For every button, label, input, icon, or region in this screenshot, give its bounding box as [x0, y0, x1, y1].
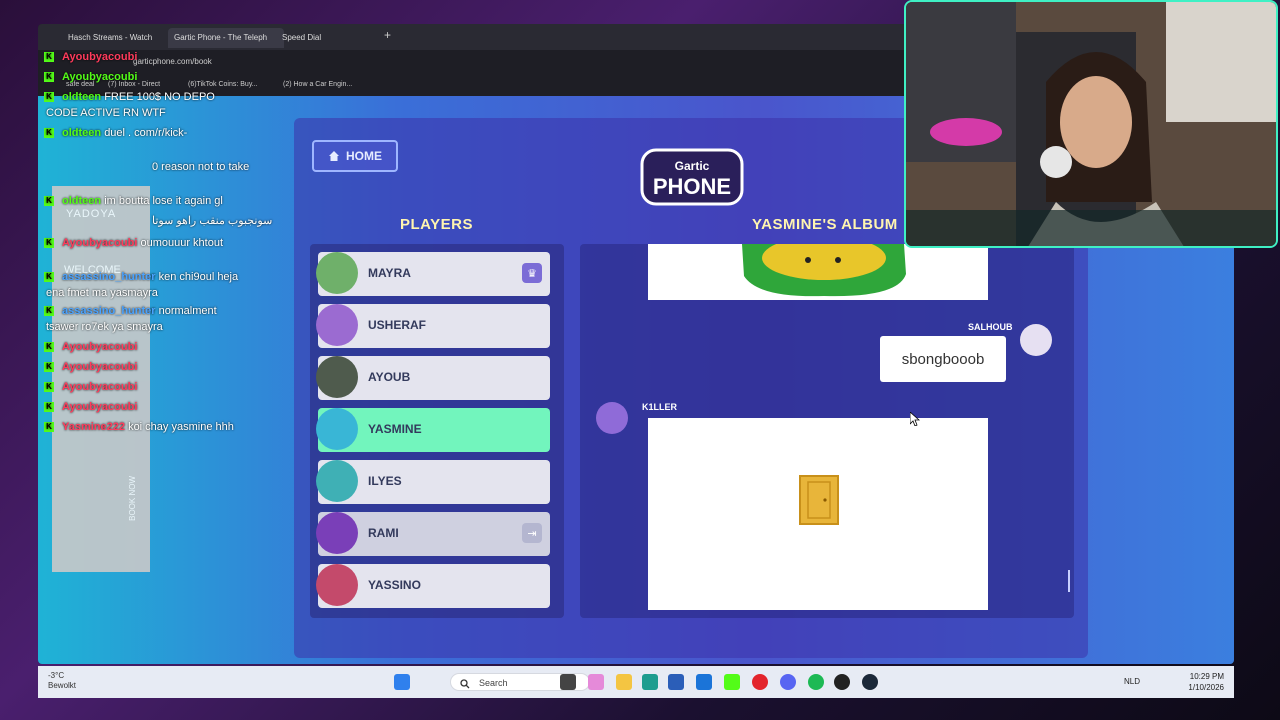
- store-icon[interactable]: [668, 674, 684, 690]
- players-list: MAYRA ♛ USHERAF AYOUB YASMINE ILYES RAMI…: [310, 244, 564, 618]
- weather-widget[interactable]: -3°C Bewolkt: [48, 671, 76, 691]
- player-name: YASMINE: [368, 422, 422, 436]
- svg-text:Gartic: Gartic: [675, 159, 710, 173]
- kick-icon: K: [44, 72, 54, 83]
- search-icon: [460, 679, 470, 689]
- player-row-ayoub: AYOUB: [316, 356, 550, 400]
- discord-icon[interactable]: [780, 674, 796, 690]
- guess-author: SALHOUB: [968, 322, 1013, 332]
- player-name: AYOUB: [368, 370, 411, 384]
- home-icon: [329, 151, 339, 161]
- player-name: MAYRA: [368, 266, 411, 280]
- kick-app-icon[interactable]: [724, 674, 740, 690]
- chat-message: K Ayoubyacoubi: [44, 380, 137, 395]
- book-now-button[interactable]: BOOK NOW: [128, 476, 137, 521]
- kick-icon: K: [44, 306, 54, 317]
- player-avatar: [316, 356, 358, 398]
- kick-icon: K: [44, 92, 54, 103]
- steam-icon[interactable]: [862, 674, 878, 690]
- chat-message: سونجبوب منقب راهو سوتا: [152, 215, 273, 227]
- chat-message: K Ayoubyacoubi: [44, 50, 137, 65]
- kick-icon: K: [44, 238, 54, 249]
- tab-speed-dial[interactable]: Speed Dial: [276, 28, 327, 48]
- kick-icon: K: [44, 128, 54, 139]
- chat-message: tsawer ro7ek ya smayra: [46, 321, 163, 333]
- task-view-icon[interactable]: [560, 674, 576, 690]
- chat-message: K Ayoubyacoubi: [44, 70, 137, 85]
- chat-message: K Ayoubyacoubi oumouuur khtout: [44, 236, 223, 251]
- tab-gartic[interactable]: Gartic Phone - The Teleph: [168, 28, 284, 48]
- player-name: USHERAF: [368, 318, 427, 332]
- home-button[interactable]: HOME: [312, 140, 398, 172]
- windows-start-icon[interactable]: [394, 674, 410, 690]
- opera-icon[interactable]: [752, 674, 768, 690]
- drawing-current: [648, 418, 988, 610]
- edge-icon[interactable]: [642, 674, 658, 690]
- album-scrollbar[interactable]: [1068, 570, 1070, 592]
- webcam-overlay: [904, 0, 1278, 248]
- webcam-frame-bar: [906, 210, 1276, 246]
- drawing-previous: [648, 244, 988, 300]
- player-name: ILYES: [368, 474, 402, 488]
- kick-icon: K: [44, 196, 54, 207]
- chat-message: K Ayoubyacoubi: [44, 360, 137, 375]
- tab-hasch[interactable]: Hasch Streams - Watch: [62, 28, 158, 48]
- kick-icon: K: [44, 272, 54, 283]
- player-avatar: [1020, 324, 1052, 356]
- player-name: RAMI: [368, 526, 399, 540]
- mouse-cursor-icon: [910, 412, 920, 426]
- gartic-phone-logo: Gartic PHONE: [638, 142, 746, 208]
- obs-icon[interactable]: [834, 674, 850, 690]
- player-avatar: [316, 460, 358, 502]
- language-indicator[interactable]: NLD: [1124, 677, 1140, 686]
- chat-message: ena fmet ma yasmayra: [46, 287, 158, 299]
- kick-icon: K: [44, 422, 54, 433]
- taskbar-clock[interactable]: 10:29 PM 1/10/2026: [1188, 671, 1224, 693]
- chat-message: K Ayoubyacoubi: [44, 400, 137, 415]
- outlook-icon[interactable]: [696, 674, 712, 690]
- kick-icon: K: [44, 402, 54, 413]
- chat-message: 0 reason not to take: [152, 161, 250, 173]
- player-avatar: [316, 408, 358, 450]
- player-avatar: [316, 252, 358, 294]
- player-avatar: [316, 564, 358, 606]
- chat-message: Kassassino_hunter normalment: [44, 304, 217, 319]
- album-view: SALHOUB sbongbooob K1LLER: [580, 244, 1074, 618]
- drawing-author: K1LLER: [642, 402, 678, 412]
- chat-message: K Ayoubyacoubi: [44, 340, 137, 355]
- chat-message: Koldteen FREE 100$ NO DEPO: [44, 90, 215, 105]
- player-row-usheraf: USHERAF: [316, 304, 550, 348]
- player-avatar: [316, 304, 358, 346]
- chat-message: Koldteen duel . com/r/kick-: [44, 126, 187, 141]
- file-explorer-icon[interactable]: [616, 674, 632, 690]
- player-row-yassino: YASSINO: [316, 564, 550, 608]
- player-avatar: [316, 512, 358, 554]
- new-tab-icon[interactable]: +: [384, 28, 391, 42]
- album-heading: YASMINE'S ALBUM: [752, 216, 898, 233]
- stream-chat: K Ayoubyacoubi K Ayoubyacoubi Koldteen FRE…: [44, 50, 294, 480]
- kick-icon: K: [44, 362, 54, 373]
- player-row-yasmine: YASMINE: [316, 408, 550, 452]
- kick-icon: K: [44, 382, 54, 393]
- crown-icon: ♛: [522, 263, 542, 283]
- player-name: YASSINO: [368, 578, 421, 592]
- player-row-rami: RAMI ⇥: [316, 512, 550, 556]
- copilot-icon[interactable]: [588, 674, 604, 690]
- spotify-icon[interactable]: [808, 674, 824, 690]
- svg-text:PHONE: PHONE: [653, 174, 731, 199]
- guess-bubble: sbongbooob: [880, 336, 1006, 382]
- taskbar: -3°C Bewolkt Search NLD 10:29 PM 1/10/20…: [38, 666, 1234, 698]
- kick-icon: K: [44, 52, 54, 63]
- kick-icon: K: [44, 342, 54, 353]
- home-label: HOME: [346, 149, 382, 163]
- player-row-mayra: MAYRA ♛: [316, 252, 550, 296]
- chat-message: K Yasmine222 koi chay yasmine hhh: [44, 420, 234, 435]
- chat-message: Kassassino_hunter ken chi9oul heja: [44, 270, 238, 285]
- exit-icon: ⇥: [522, 523, 542, 543]
- players-heading: PLAYERS: [400, 216, 473, 233]
- chat-message: Koldteen im boutta lose it again gl: [44, 194, 223, 209]
- player-avatar: [596, 402, 628, 434]
- chat-message: CODE ACTIVE RN WTF: [46, 107, 166, 119]
- player-row-ilyes: ILYES: [316, 460, 550, 504]
